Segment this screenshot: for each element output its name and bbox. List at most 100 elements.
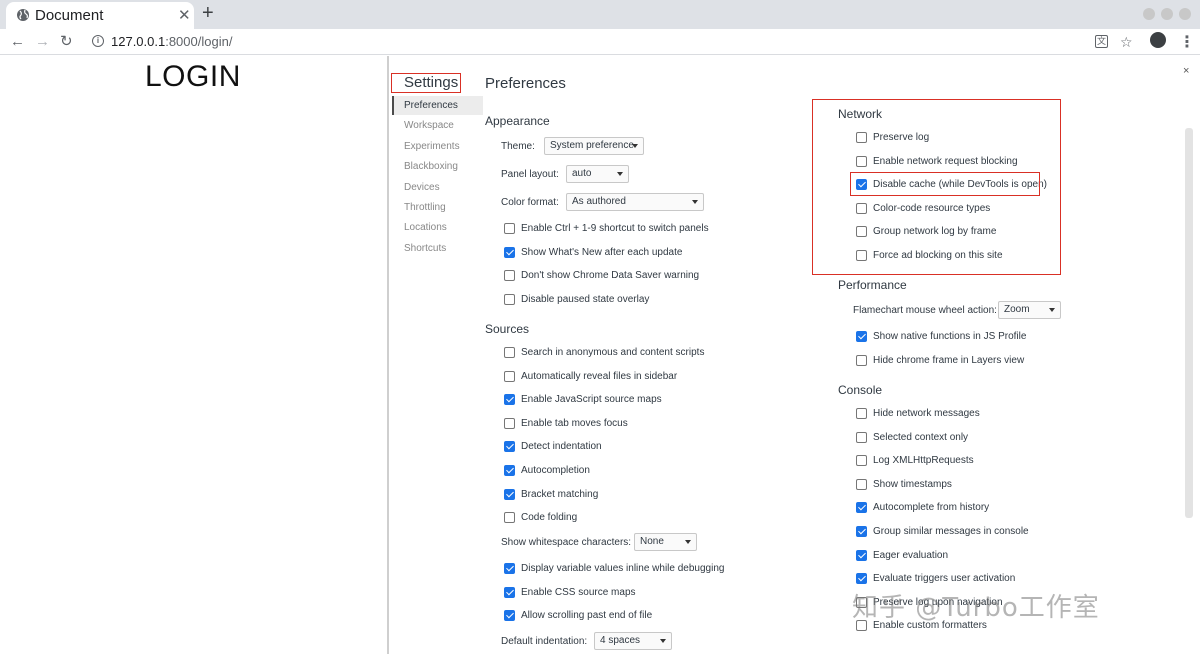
checkbox[interactable] [504,464,515,476]
translate-icon[interactable]: 文 [1095,35,1109,48]
forward-icon[interactable]: → [35,33,50,51]
checkbox-label: Autocompletion [521,464,590,476]
checkbox-row[interactable]: Display variable values inline while deb… [504,561,724,575]
checkbox[interactable] [856,431,867,443]
checkbox[interactable] [856,525,867,537]
panel-layout-select[interactable]: auto [566,165,629,183]
checkbox-row[interactable]: Enable JavaScript source maps [504,392,662,406]
checkbox[interactable] [504,246,515,258]
sidebar-item-workspace[interactable]: Workspace [392,116,483,135]
checkbox-row[interactable]: Enable Ctrl + 1-9 shortcut to switch pan… [504,221,709,235]
checkbox[interactable] [504,370,515,382]
checkbox-row[interactable]: Autocompletion [504,463,590,477]
indentation-label: Default indentation: [501,636,588,647]
checkbox[interactable] [504,586,515,598]
checkbox[interactable] [856,501,867,513]
checkbox-row[interactable]: Search in anonymous and content scripts [504,345,704,359]
preferences-title: Preferences [485,75,566,92]
sidebar-item-shortcuts[interactable]: Shortcuts [392,239,483,258]
checkbox-row[interactable]: Detect indentation [504,439,602,453]
indentation-select[interactable]: 4 spaces [594,632,672,650]
profile-avatar-icon[interactable] [1150,32,1166,48]
window-close-button[interactable] [1179,8,1191,20]
scrollbar[interactable] [1185,128,1193,518]
color-format-select[interactable]: As authored [566,193,704,211]
checkbox[interactable] [504,222,515,234]
tab-close-icon[interactable]: ✕ [178,6,191,24]
checkbox-row[interactable]: Disable cache (while DevTools is open) [856,177,1047,191]
minimize-button[interactable] [1143,8,1155,20]
checkbox[interactable] [504,609,515,621]
checkbox-row[interactable]: Force ad blocking on this site [856,248,1003,262]
site-info-icon[interactable]: i [92,35,104,47]
flamechart-select[interactable]: Zoom [998,301,1061,319]
sidebar-item-preferences[interactable]: Preferences [392,96,483,115]
checkbox-row[interactable]: Group similar messages in console [856,524,1029,538]
maximize-button[interactable] [1161,8,1173,20]
checkbox-row[interactable]: Enable network request blocking [856,154,1018,168]
checkbox-row[interactable]: Color-code resource types [856,201,990,215]
checkbox-row[interactable]: Disable paused state overlay [504,292,649,306]
checkbox-row[interactable]: Don't show Chrome Data Saver warning [504,268,699,282]
checkbox[interactable] [504,562,515,574]
checkbox[interactable] [856,572,867,584]
checkbox[interactable] [856,202,867,214]
checkbox-row[interactable]: Eager evaluation [856,548,948,562]
checkbox-label: Log XMLHttpRequests [873,454,974,466]
checkbox[interactable] [856,330,867,342]
checkbox[interactable] [856,549,867,561]
checkbox[interactable] [504,511,515,523]
checkbox[interactable] [504,393,515,405]
checkbox-label: Hide chrome frame in Layers view [873,354,1025,366]
checkbox-row[interactable]: Hide network messages [856,406,980,420]
browser-menu-icon[interactable]: ⋮ [1179,32,1195,52]
checkbox[interactable] [856,249,867,261]
checkbox-row[interactable]: Autocomplete from history [856,500,989,514]
checkbox[interactable] [504,488,515,500]
checkbox[interactable] [856,178,867,190]
checkbox-row[interactable]: Show native functions in JS Profile [856,329,1026,343]
browser-tab[interactable]: Document ✕ [6,2,194,29]
bookmark-star-icon[interactable]: ☆ [1120,34,1133,50]
checkbox-row[interactable]: Evaluate triggers user activation [856,571,1015,585]
checkbox[interactable] [504,346,515,358]
checkbox[interactable] [856,155,867,167]
checkbox-row[interactable]: Show What's New after each update [504,245,682,259]
checkbox[interactable] [856,225,867,237]
sidebar-item-locations[interactable]: Locations [392,218,483,237]
reload-icon[interactable]: ↻ [60,33,73,51]
checkbox[interactable] [856,407,867,419]
checkbox[interactable] [504,417,515,429]
address-bar[interactable]: i 127.0.0.1:8000/login/ [86,32,1146,52]
checkbox-row[interactable]: Log XMLHttpRequests [856,453,974,467]
checkbox-row[interactable]: Hide chrome frame in Layers view [856,353,1024,367]
checkbox-row[interactable]: Automatically reveal files in sidebar [504,369,677,383]
theme-select[interactable]: System preference [544,137,644,155]
checkbox-row[interactable]: Selected context only [856,430,968,444]
checkbox[interactable] [504,440,515,452]
sidebar-item-experiments[interactable]: Experiments [392,137,483,156]
url-host: 127.0.0.1 [111,34,166,49]
checkbox[interactable] [856,478,867,490]
close-icon[interactable]: × [1183,65,1189,77]
checkbox-row[interactable]: Group network log by frame [856,224,996,238]
checkbox-row[interactable]: Show timestamps [856,477,952,491]
checkbox[interactable] [856,131,867,143]
sidebar-item-blackboxing[interactable]: Blackboxing [392,157,483,176]
whitespace-select[interactable]: None [634,533,697,551]
checkbox-row[interactable]: Code folding [504,510,577,524]
checkbox[interactable] [504,293,515,305]
checkbox[interactable] [856,454,867,466]
sidebar-item-devices[interactable]: Devices [392,178,483,197]
checkbox[interactable] [856,354,867,366]
checkbox[interactable] [504,269,515,281]
checkbox-row[interactable]: Enable tab moves focus [504,416,628,430]
checkbox-row[interactable]: Bracket matching [504,487,598,501]
checkbox-row[interactable]: Preserve log [856,130,929,144]
sidebar-item-throttling[interactable]: Throttling [392,198,483,217]
checkbox-row[interactable]: Allow scrolling past end of file [504,608,652,622]
back-icon[interactable]: ← [10,33,25,51]
theme-row: Theme: [501,137,535,156]
new-tab-button[interactable]: + [202,2,214,25]
checkbox-row[interactable]: Enable CSS source maps [504,585,636,599]
